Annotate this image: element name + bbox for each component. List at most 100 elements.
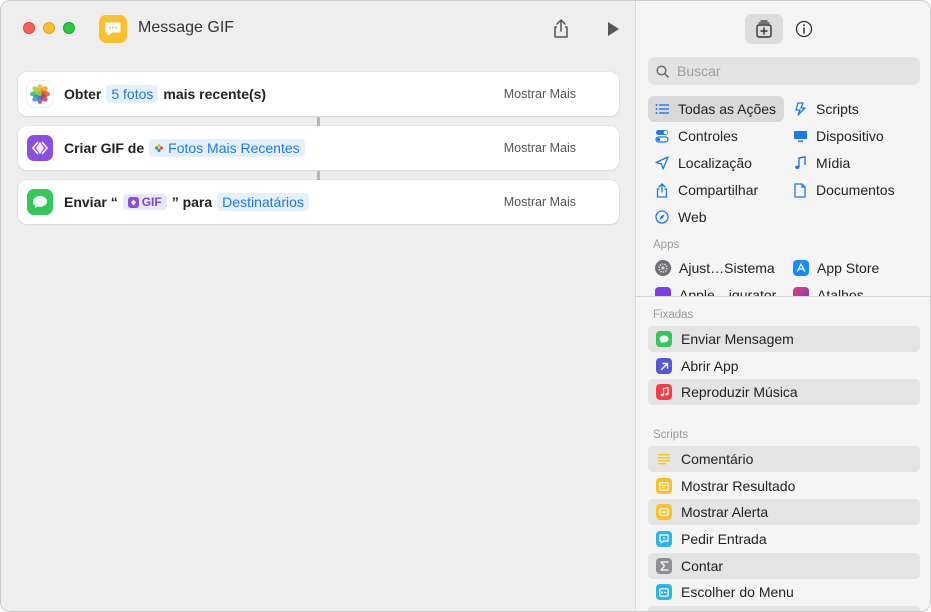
token-label: GIF [141, 195, 162, 209]
app-store-icon [793, 260, 809, 276]
script-count[interactable]: Contar [648, 553, 920, 579]
list-item-label: Pedir Entrada [681, 531, 767, 547]
scripts-section-label: Scripts [653, 429, 689, 441]
category-controls[interactable]: Controles [648, 123, 784, 149]
menu-icon [656, 584, 672, 600]
category-label: Todas as Ações [678, 101, 777, 117]
category-web[interactable]: Web [648, 204, 784, 230]
list-overflow-row [648, 606, 920, 611]
shortcut-title[interactable]: Message GIF [138, 19, 234, 37]
zoom-window-button[interactable] [63, 22, 75, 34]
category-scripts[interactable]: Scripts [786, 96, 922, 122]
pane-divider[interactable] [636, 296, 930, 297]
play-icon [608, 22, 619, 36]
sigma-icon [656, 558, 672, 574]
shortcut-icon[interactable] [99, 15, 127, 43]
add-action-library-icon [756, 20, 772, 38]
apps-section-label: Apps [653, 239, 680, 251]
location-arrow-icon [654, 155, 670, 171]
display-icon [792, 128, 808, 144]
list-item-label: Contar [681, 558, 724, 574]
category-media[interactable]: Mídia [786, 150, 922, 176]
app-apple-configurator[interactable]: Apple…igurator [655, 283, 776, 296]
comment-lines-icon [656, 451, 672, 467]
list-item-label: Mostrar Resultado [681, 478, 796, 494]
pinned-send-message[interactable]: Enviar Mensagem [648, 326, 920, 352]
messages-icon [656, 331, 672, 347]
shortcuts-window: Message GIF Obter 5 fotos mais recente(s… [0, 0, 931, 612]
action-make-gif[interactable]: Criar GIF de Fotos Mais Recentes Mostrar… [18, 126, 619, 170]
list-icon [654, 101, 670, 117]
search-icon [656, 64, 669, 78]
editor-pane: Message GIF Obter 5 fotos mais recente(s… [1, 1, 635, 611]
ask-input-icon [656, 531, 672, 547]
script-ask-input[interactable]: Pedir Entrada [648, 526, 920, 552]
share-icon [554, 19, 568, 38]
script-show-result[interactable]: Mostrar Resultado [648, 473, 920, 499]
compass-icon [654, 209, 670, 225]
recipients-token[interactable]: Destinatários [217, 193, 309, 211]
app-app-store[interactable]: App Store [793, 256, 879, 280]
show-more-button[interactable]: Mostrar Mais [504, 195, 576, 209]
token-label: Fotos Mais Recentes [168, 140, 300, 156]
action-get-latest-photos[interactable]: Obter 5 fotos mais recente(s) Mostrar Ma… [18, 72, 619, 116]
category-label: Web [678, 209, 707, 225]
script-choose-from-menu[interactable]: Escolher do Menu [648, 579, 920, 605]
toggles-icon [654, 128, 670, 144]
list-item-label: Mostrar Alerta [681, 504, 769, 520]
app-shortcuts[interactable]: Atalhos [793, 283, 864, 296]
show-more-button[interactable]: Mostrar Mais [504, 141, 576, 155]
library-tab-button[interactable] [745, 14, 783, 44]
shortcuts-icon [793, 287, 809, 296]
category-label: Dispositivo [816, 128, 884, 144]
category-share[interactable]: Compartilhar [648, 177, 784, 203]
category-all-actions[interactable]: Todas as Ações [648, 96, 784, 122]
list-item-label: Reproduzir Música [681, 384, 798, 400]
category-label: Documentos [816, 182, 895, 198]
configurator-icon [655, 287, 671, 296]
category-device[interactable]: Dispositivo [786, 123, 922, 149]
action-mid: ” para [171, 194, 213, 210]
category-location[interactable]: Localização [648, 150, 784, 176]
app-label: Apple…igurator [679, 287, 777, 296]
gif-token[interactable]: GIF [122, 194, 167, 210]
gif-mini-icon [127, 196, 139, 208]
category-label: Compartilhar [678, 182, 759, 198]
close-window-button[interactable] [23, 22, 35, 34]
show-result-icon [656, 478, 672, 494]
action-library-pane: Buscar Todas as Ações Scripts Controles … [635, 1, 930, 611]
action-tail: mais recente(s) [163, 86, 267, 102]
details-tab-button[interactable] [785, 14, 823, 44]
messages-app-icon [27, 189, 53, 215]
window-controls [23, 22, 75, 34]
scripts-icon [792, 101, 808, 117]
run-button[interactable] [600, 16, 626, 42]
alert-icon [656, 504, 672, 520]
photos-app-icon [27, 81, 53, 107]
photo-count-token[interactable]: 5 fotos [106, 85, 159, 103]
script-show-alert[interactable]: Mostrar Alerta [648, 499, 920, 525]
category-label: Scripts [816, 101, 859, 117]
action-verb: Obter [64, 86, 102, 102]
show-more-button[interactable]: Mostrar Mais [504, 87, 576, 101]
document-icon [792, 182, 808, 198]
settings-gear-icon [655, 260, 671, 276]
minimize-window-button[interactable] [43, 22, 55, 34]
music-note-icon [792, 155, 808, 171]
app-label: App Store [817, 260, 880, 276]
category-documents[interactable]: Documentos [786, 177, 922, 203]
action-verb: Enviar “ [64, 194, 118, 210]
app-system-settings[interactable]: Ajust…Sistema [655, 256, 775, 280]
category-label: Controles [678, 128, 738, 144]
latest-photos-token[interactable]: Fotos Mais Recentes [149, 139, 305, 157]
script-comment[interactable]: Comentário [648, 446, 920, 472]
pinned-open-app[interactable]: Abrir App [648, 353, 920, 379]
category-label: Mídia [816, 155, 851, 171]
open-app-arrow-icon [656, 358, 672, 374]
list-item-label: Enviar Mensagem [681, 331, 794, 347]
search-field[interactable]: Buscar [648, 57, 920, 85]
search-placeholder: Buscar [677, 63, 721, 79]
pinned-play-music[interactable]: Reproduzir Música [648, 379, 920, 405]
action-send-message[interactable]: Enviar “ GIF ” para Destinatários Mostra… [18, 180, 619, 224]
share-button[interactable] [548, 16, 574, 42]
